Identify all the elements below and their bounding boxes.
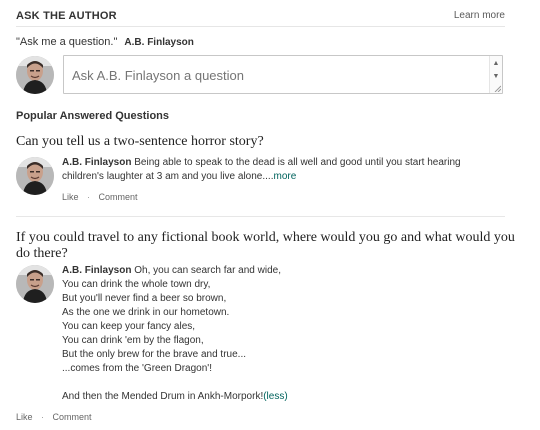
answer-line-blank [62,376,392,390]
answer-text: A.B. Finlayson Oh, you can search far an… [62,264,392,404]
answer-line: You can keep your fancy ales, [62,321,196,332]
answer-line-text: And then the Mended Drum in Ankh-Morpork… [62,391,264,402]
answer-line: But you'll never find a beer so brown, [62,293,227,304]
answer-line: You can drink 'em by the flagon, [62,335,204,346]
like-link[interactable]: Like [16,412,33,422]
answer-line: ...comes from the 'Green Dragon'! [62,363,212,374]
resize-grip-icon[interactable] [493,84,501,92]
separator-dot: · [41,412,45,422]
widget-title: ASK THE AUTHOR [16,10,117,22]
ask-question-input[interactable] [64,56,484,93]
widget-header: ASK THE AUTHOR Learn more [16,8,505,27]
author-quote: "Ask me a question." [16,36,118,48]
author-avatar-icon [16,265,54,303]
question-title: Can you tell us a two-sentence horror st… [16,134,264,149]
answer-actions: Like · Comment [62,192,138,202]
author-avatar-icon [16,56,54,94]
learn-more-link[interactable]: Learn more [454,10,505,21]
less-link[interactable]: (less) [263,391,287,402]
author-prompt: "Ask me a question." A.B. Finlayson [16,36,194,48]
popular-questions-heading: Popular Answered Questions [16,110,170,122]
separator-dot: · [87,192,91,202]
comment-link[interactable]: Comment [53,412,92,422]
ask-question-box: ▲ ▼ [63,55,503,94]
answer-line: But the only brew for the brave and true… [62,349,246,360]
section-divider [16,216,505,217]
answer-line: As the one we drink in our hometown. [62,307,230,318]
answer-line: A.B. Finlayson Oh, you can search far an… [62,264,392,278]
answer-author: A.B. Finlayson [62,265,132,276]
question-title: If you could travel to any fictional boo… [16,230,515,261]
answer-line-text: Oh, you can search far and wide, [134,265,281,276]
scroll-up-icon[interactable]: ▲ [492,60,500,68]
author-name: A.B. Finlayson [124,37,194,48]
answer-actions: Like · Comment [16,412,92,422]
comment-link[interactable]: Comment [99,192,138,202]
like-link[interactable]: Like [62,192,79,202]
more-link[interactable]: more [273,171,296,182]
scroll-down-icon[interactable]: ▼ [492,73,500,81]
author-avatar-icon [16,157,54,195]
answer-text: A.B. Finlayson Being able to speak to th… [62,156,502,184]
answer-line: You can drink the whole town dry, [62,279,211,290]
ask-the-author-widget: ASK THE AUTHOR Learn more "Ask me a ques… [0,0,540,430]
answer-author: A.B. Finlayson [62,157,132,168]
answer-line: And then the Mended Drum in Ankh-Morpork… [62,390,392,404]
